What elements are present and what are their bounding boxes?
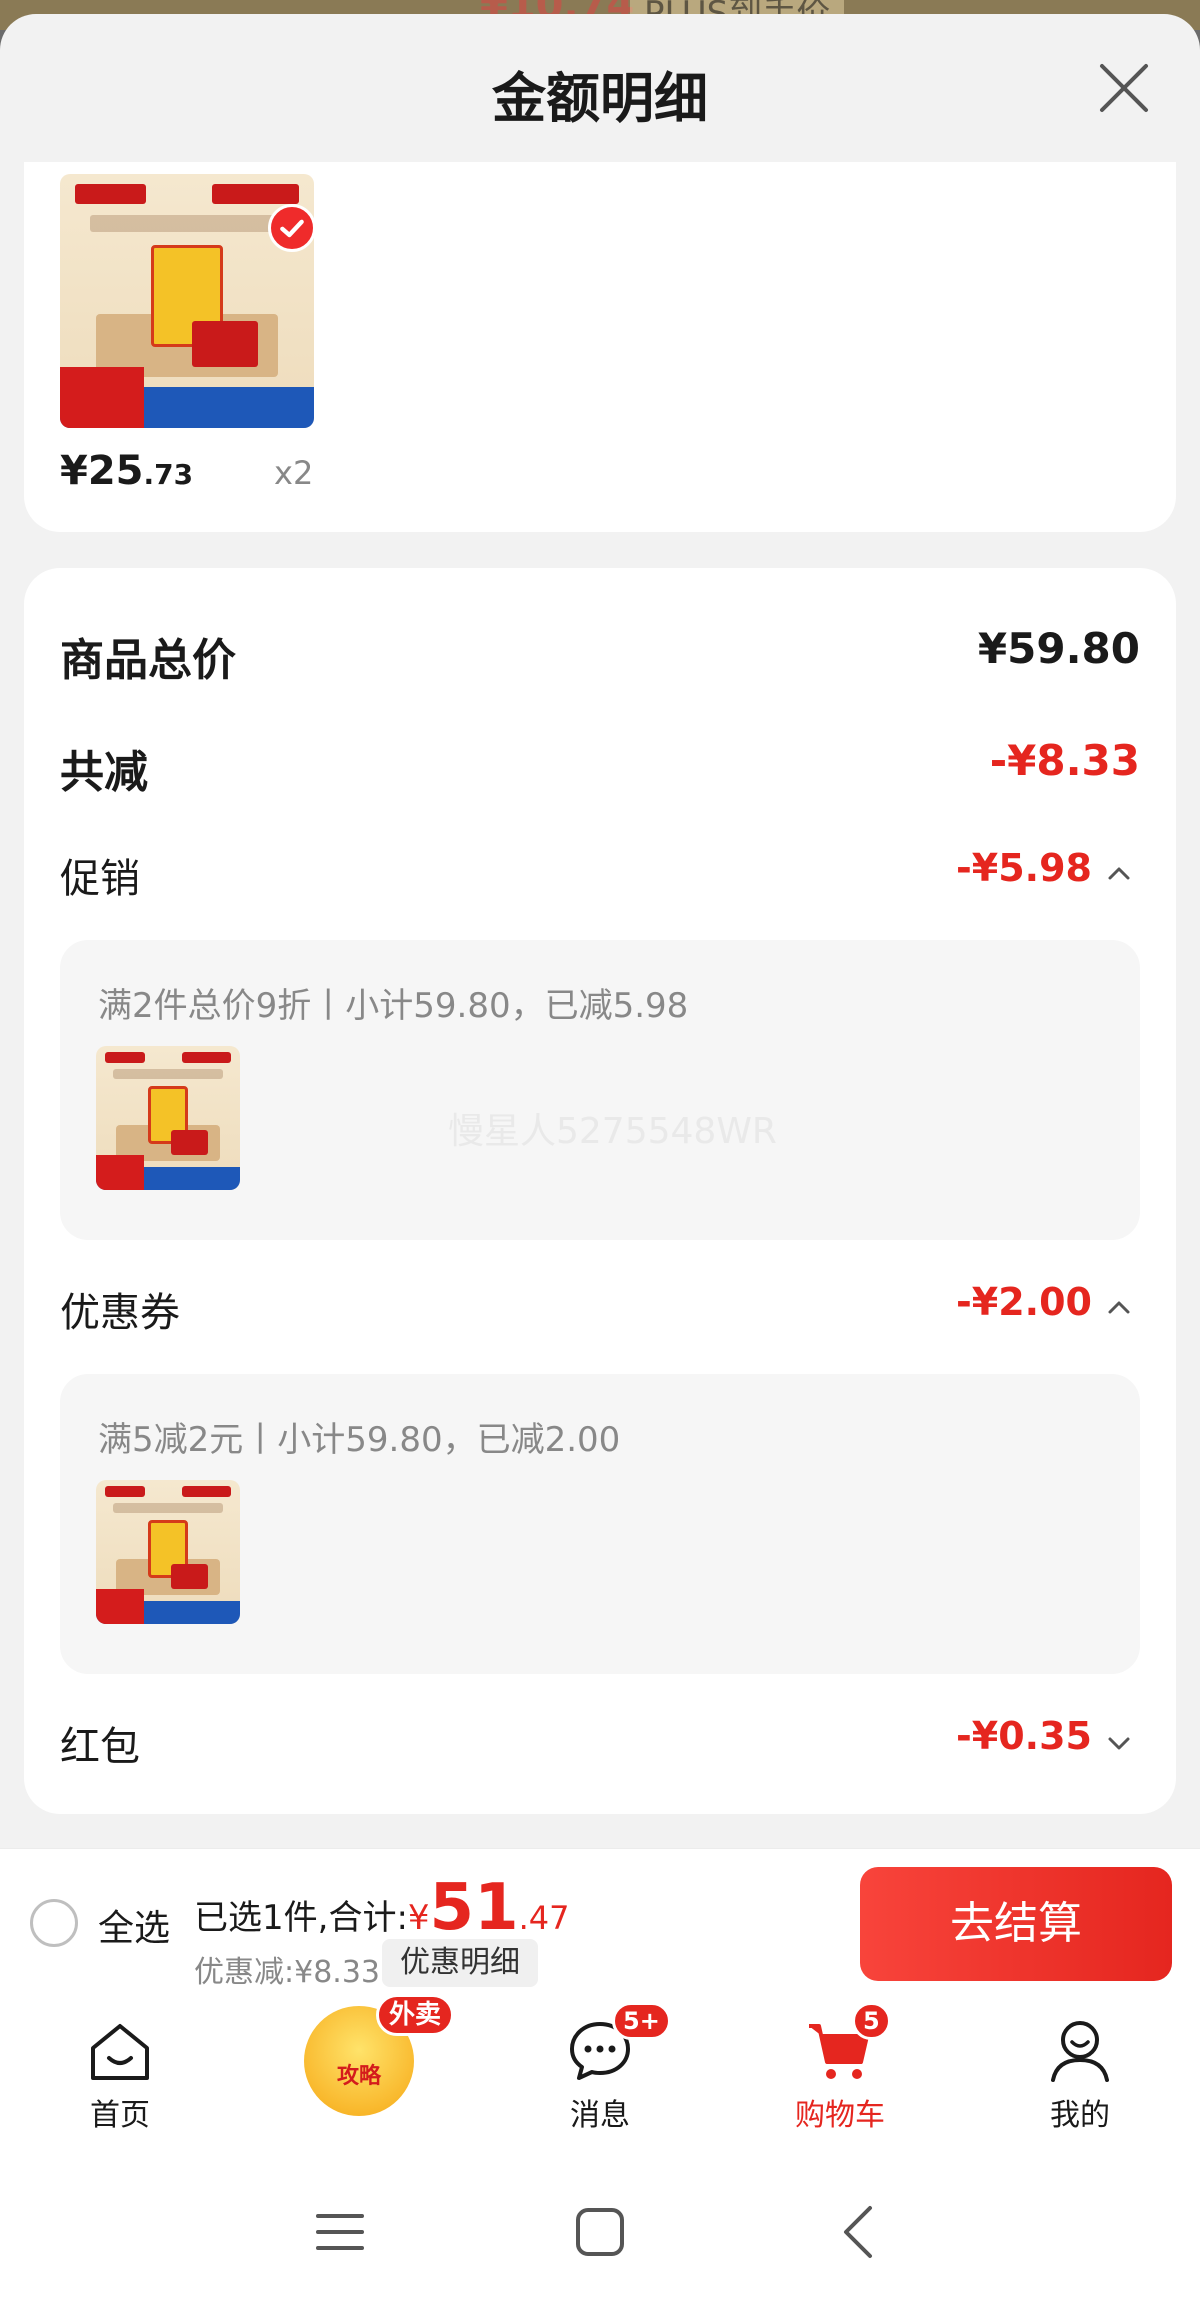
select-all-radio[interactable]	[30, 1899, 78, 1947]
promotion-detail-box: 满2件总价9折丨小计59.80，已减5.98 慢星人5275548WR	[60, 940, 1140, 1240]
chevron-up-icon[interactable]	[1104, 858, 1134, 888]
total-decimal: .47	[518, 1899, 570, 1937]
system-navigation-bar	[0, 2142, 1200, 2324]
message-badge: 5+	[612, 2002, 671, 2040]
item-price: ¥25.73	[60, 448, 193, 494]
takeout-badge: 外卖	[376, 1994, 455, 2036]
selected-count-text: 已选1件,合计:	[194, 1898, 408, 1938]
tab-messages-label: 消息	[570, 2098, 630, 2133]
selected-check-icon[interactable]	[268, 204, 316, 252]
coupon-product-thumb[interactable]	[96, 1480, 240, 1624]
goods-total-label: 商品总价	[60, 635, 236, 686]
item-price-decimal: .73	[143, 458, 194, 491]
user-icon	[1051, 2021, 1109, 2082]
goods-total-value: ¥59.80	[977, 624, 1140, 673]
price-summary-card: 商品总价 ¥59.80 共减 -¥8.33 促销 -¥5.98 满2件总价9折丨…	[24, 568, 1176, 1814]
coupon-label: 优惠券	[60, 1290, 180, 1336]
total-reduce-value: -¥8.33	[989, 736, 1140, 785]
home-button-icon[interactable]	[570, 2202, 630, 2262]
total-int: 51	[429, 1871, 519, 1945]
tab-me[interactable]: 我的	[960, 1998, 1200, 2142]
item-price-symbol: ¥	[60, 448, 88, 494]
promotion-detail-text: 满2件总价9折丨小计59.80，已减5.98	[98, 986, 689, 1026]
product-card: ¥25.73 x2	[24, 162, 1176, 532]
amount-detail-sheet: 金额明细 ¥25.73 x2 商品总价 ¥59.80 共减 -¥8.33 促销 …	[0, 14, 1200, 1998]
goods-total-row: 商品总价 ¥59.80	[60, 624, 1140, 686]
menu-icon[interactable]	[310, 2202, 370, 2262]
sheet-title: 金额明细	[492, 67, 708, 130]
watermark-text: 慢星人5275548WR	[448, 1111, 777, 1152]
home-icon	[91, 2024, 149, 2080]
chevron-up-icon[interactable]	[1104, 1292, 1134, 1322]
close-icon[interactable]	[1098, 62, 1150, 114]
total-reduce-row: 共减 -¥8.33	[60, 736, 1140, 798]
checkout-button[interactable]: 去结算	[860, 1867, 1172, 1981]
coupon-row[interactable]: 优惠券 -¥2.00	[60, 1280, 1140, 1336]
tab-cart-label: 购物车	[795, 2098, 885, 2133]
promotion-row[interactable]: 促销 -¥5.98	[60, 846, 1140, 902]
coupon-detail-box: 满5减2元丨小计59.80，已减2.00	[60, 1374, 1140, 1674]
item-price-int: 25	[87, 448, 144, 494]
tab-messages[interactable]: 5+ 消息	[480, 1998, 720, 2142]
total-reduce-label: 共减	[60, 747, 148, 798]
tab-cart[interactable]: 5 购物车	[720, 1998, 960, 2142]
tab-promo[interactable]: 攻略 外卖	[240, 1994, 480, 2142]
promotion-value: -¥5.98	[956, 846, 1092, 890]
tab-me-label: 我的	[1050, 2098, 1110, 2133]
chevron-down-icon[interactable]	[1104, 1728, 1134, 1758]
promo-inner-text: 攻略	[336, 2064, 381, 2089]
promotion-product-thumb[interactable]	[96, 1046, 240, 1190]
checkout-bar: 全选 已选1件,合计:¥51.47 优惠减:¥8.33 优惠明细 去结算	[0, 1848, 1200, 1998]
select-all-label[interactable]: 全选	[98, 1899, 170, 1951]
red-packet-label: 红包	[60, 1724, 140, 1770]
coupon-value: -¥2.00	[956, 1280, 1092, 1324]
red-packet-value: -¥0.35	[956, 1714, 1092, 1758]
discount-text: 优惠减:¥8.33	[194, 1955, 380, 1990]
discount-detail-button[interactable]: 优惠明细	[382, 1939, 538, 1987]
tab-home-label: 首页	[90, 2098, 150, 2133]
cart-badge: 5	[852, 2002, 891, 2040]
item-quantity: x2	[274, 454, 314, 492]
total-currency: ¥	[407, 1898, 430, 1938]
coupon-detail-text: 满5减2元丨小计59.80，已减2.00	[98, 1420, 621, 1460]
sheet-header: 金额明细	[0, 14, 1200, 164]
red-packet-row[interactable]: 红包 -¥0.35	[60, 1714, 1140, 1770]
total-summary: 已选1件,合计:¥51.47	[194, 1871, 570, 1945]
back-icon[interactable]	[830, 2202, 890, 2262]
tab-home[interactable]: 首页	[0, 1998, 240, 2142]
promotion-label: 促销	[60, 856, 140, 902]
bottom-tab-bar: 首页 攻略 外卖 5+ 消息 5 购物车 我的	[0, 1994, 1200, 2142]
